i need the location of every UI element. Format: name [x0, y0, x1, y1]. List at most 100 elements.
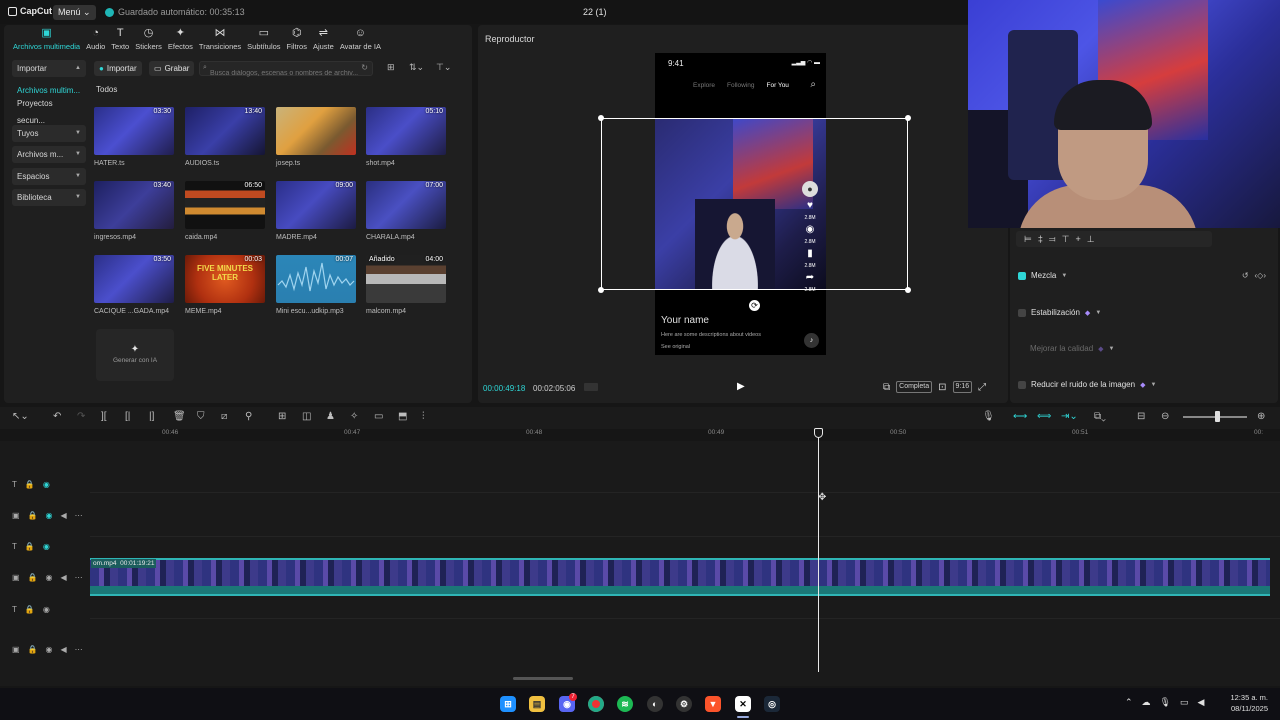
split-screen-icon[interactable]: ⧉⌄	[1094, 411, 1106, 423]
resize-handle-bottom-left[interactable]	[598, 287, 604, 293]
menu-button[interactable]: Menú ⌄	[53, 5, 96, 20]
microphone-icon[interactable]: 🎙	[1160, 697, 1171, 708]
media-tile[interactable]: 09:00 MADRE.mp4	[276, 181, 356, 241]
steam-icon[interactable]: ◎	[764, 696, 780, 712]
sidebar-item-files[interactable]: Archivos m... ▼	[12, 146, 86, 163]
link-main-track-icon[interactable]: ⟷	[1013, 411, 1027, 423]
media-tile[interactable]: 03:50 CACIQUE ...GADA.mp4	[94, 255, 174, 315]
tab-avatar[interactable]: ☺ Avatar de IA	[337, 25, 384, 52]
align-bottom-icon[interactable]: ⊥	[1087, 234, 1095, 245]
redo-icon[interactable]: ↷	[77, 411, 85, 423]
generate-ai-button[interactable]: ✦ Generar con IA	[96, 329, 174, 381]
microphone-icon[interactable]: 🎙	[982, 411, 995, 423]
sort-icon[interactable]: ⇅⌄	[409, 62, 424, 73]
media-tile[interactable]: josep.ts	[276, 107, 356, 167]
lock-icon[interactable]: 🔒	[28, 573, 38, 582]
lock-icon[interactable]: 🔒	[25, 542, 35, 551]
filter-icon[interactable]: ⊤⌄	[436, 62, 451, 73]
speed-icon[interactable]: ⚲	[245, 411, 252, 423]
play-button[interactable]: ▶	[737, 381, 745, 392]
delete-icon[interactable]: 🗑	[173, 411, 186, 423]
media-tile[interactable]: 03:40 ingresos.mp4	[94, 181, 174, 241]
mute-icon[interactable]: ◀	[61, 511, 67, 520]
media-tile[interactable]: 00:07 Mini escu...udkip.mp3	[276, 255, 356, 315]
more-icon[interactable]: ⋯	[75, 573, 83, 582]
tab-text[interactable]: T Texto	[108, 25, 132, 52]
stabilization-row[interactable]: Estabilización ◆ ▼	[1018, 308, 1101, 317]
eye-icon[interactable]: ◉	[43, 480, 50, 489]
fit-button[interactable]: Completa	[896, 381, 933, 393]
reset-icon[interactable]: ↺	[1242, 271, 1249, 280]
tab-audio[interactable]: ◔ Audio	[83, 25, 108, 52]
remove-bg-icon[interactable]: ♟	[326, 411, 335, 423]
zoom-in-icon[interactable]: ⊕	[1257, 411, 1265, 423]
file-explorer-icon[interactable]: ▤	[529, 696, 545, 712]
aspect-ratio-button[interactable]: 9:16	[952, 381, 973, 393]
crop-icon[interactable]: ⧉	[883, 382, 890, 393]
eye-icon[interactable]: ◉	[43, 542, 50, 551]
selection-box[interactable]	[601, 118, 908, 290]
rotate-handle-icon[interactable]: ⟳	[749, 300, 760, 311]
sidebar-item-subprojects[interactable]: Proyectos secun...	[12, 99, 86, 125]
more-icon[interactable]: ⋯	[75, 645, 83, 654]
fullscreen-icon[interactable]: ⤢	[978, 382, 986, 393]
timecode-format-icon[interactable]	[584, 383, 598, 391]
timeline-ruler[interactable]: 00:46 00:47 00:48 00:49 00:50 00:51 00:	[90, 429, 1280, 441]
eye-icon[interactable]: ◉	[46, 645, 53, 654]
media-tile[interactable]: Añadido 04:00 malcom.mp4	[366, 255, 446, 315]
stabilization-checkbox[interactable]	[1018, 308, 1026, 317]
trim-left-icon[interactable]: [|	[125, 411, 130, 423]
caption-icon[interactable]: ▭	[374, 411, 383, 423]
sidebar-item-spaces[interactable]: Espacios ▼	[12, 167, 86, 185]
shield-icon[interactable]: ⛉	[197, 411, 205, 423]
lock-icon[interactable]: 🔒	[25, 480, 35, 489]
tab-adjust[interactable]: ⇌ Ajuste	[310, 25, 337, 52]
chevron-up-icon[interactable]: ⌃	[1125, 697, 1133, 708]
tab-transitions[interactable]: ⋈ Transiciones	[196, 25, 244, 52]
subtitle-track-icon[interactable]: ⊟	[1137, 411, 1145, 423]
split-icon[interactable]: ][	[101, 411, 107, 423]
search-input[interactable]	[200, 67, 360, 80]
audio-split-icon[interactable]: ⫶	[422, 411, 425, 423]
zoom-slider-handle[interactable]	[1215, 411, 1220, 422]
eye-icon[interactable]: ◉	[46, 511, 53, 520]
media-tile[interactable]: 03:30 HATER.ts	[94, 107, 174, 167]
brave-icon[interactable]: ▼	[705, 696, 721, 712]
lock-icon[interactable]: 🔒	[28, 511, 38, 520]
blend-row[interactable]: Mezcla ▼	[1018, 271, 1067, 280]
zoom-out-icon[interactable]: ⊖	[1161, 411, 1169, 423]
media-tile[interactable]: 05:10 shot.mp4	[366, 107, 446, 167]
timeline-scrollbar[interactable]	[513, 677, 573, 680]
undo-icon[interactable]: ↶	[53, 411, 61, 423]
export-frame-icon[interactable]: ⬒	[398, 411, 407, 423]
cloud-icon[interactable]: ☁	[1142, 697, 1151, 708]
magnet-icon[interactable]: ⟺	[1037, 411, 1051, 423]
preview-axis-icon[interactable]: ⇥⌄	[1061, 411, 1078, 423]
sidebar-item-import[interactable]: Importar ▲	[12, 60, 86, 77]
tab-filters[interactable]: ⌬ Filtros	[284, 25, 310, 52]
capcut-taskbar-icon[interactable]: ✕	[735, 696, 751, 712]
tab-media[interactable]: ▣ Archivos multimedia	[10, 25, 83, 52]
resize-handle-bottom-right[interactable]	[905, 287, 911, 293]
mute-icon[interactable]: ◀	[61, 573, 67, 582]
app-icon[interactable]: ◐	[647, 696, 663, 712]
record-button[interactable]: ▭ Grabar	[149, 61, 195, 76]
network-icon[interactable]: ▭	[1180, 697, 1189, 708]
media-tile[interactable]: 07:00 CHARALA.mp4	[366, 181, 446, 241]
volume-icon[interactable]: ◀	[1198, 697, 1205, 708]
chrome-icon[interactable]	[588, 696, 604, 712]
playhead[interactable]	[818, 429, 819, 672]
lock-icon[interactable]: 🔒	[25, 605, 35, 614]
media-tile[interactable]: 00:03 FIVE MINUTES LATER MEME.mp4	[185, 255, 265, 315]
eye-icon[interactable]: ◉	[46, 573, 53, 582]
settings-gear-icon[interactable]: ⚙	[676, 696, 692, 712]
freeze-icon[interactable]: ⊞	[278, 411, 286, 423]
align-center-h-icon[interactable]: ‡	[1038, 234, 1043, 244]
align-right-icon[interactable]: ⫤	[1049, 234, 1056, 245]
playhead-handle[interactable]	[814, 428, 823, 438]
windows-start-icon[interactable]: ⊞	[500, 696, 516, 712]
snapshot-icon[interactable]: ⊡	[938, 382, 946, 393]
sidebar-item-library[interactable]: Biblioteca ▼	[12, 189, 86, 206]
tab-subtitles[interactable]: ▭ Subtítulos	[244, 25, 283, 52]
system-clock[interactable]: 12:35 a. m. 08/11/2025	[1224, 692, 1268, 714]
